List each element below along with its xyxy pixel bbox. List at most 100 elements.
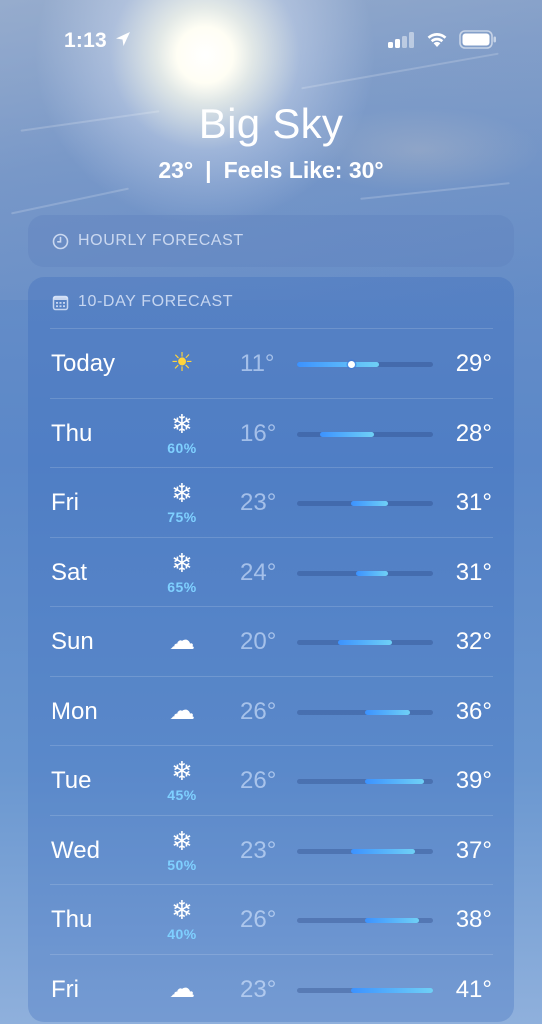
wifi-icon [427, 32, 447, 47]
temperature-range-fill [351, 501, 388, 506]
weather-glyph: ❄ [171, 826, 193, 857]
temperature-range-fill [365, 918, 420, 923]
forecast-day: Wed [51, 836, 100, 864]
forecast-row[interactable]: Tue ❄ 45% 26° 39° [50, 745, 493, 815]
snowflake-icon: ❄ 60% [162, 409, 202, 456]
forecast-row[interactable]: Fri ☁ 23° 41° [50, 953, 493, 1024]
city-name: Big Sky [198, 100, 344, 147]
forecast-rows: Today ☀ 11° 29° Thu ❄ 60% 16° 28° Fri ❄ 75% 23° 31° Sa… [50, 328, 493, 1023]
low-temperature: 24° [240, 558, 277, 586]
forecast-day: Fri [51, 975, 79, 1003]
temperature-range-fill [365, 709, 411, 715]
ten-day-forecast-card[interactable]: 10-DAY FORECAST Today ☀ 11° 29° Thu ❄ 60% 16° 28… [28, 277, 514, 1022]
weather-glyph: ❄ [171, 409, 193, 440]
current-temperature-marker [347, 361, 355, 368]
hourly-forecast-card[interactable]: HOURLY FORECAST [28, 215, 514, 267]
precipitation-chance: 60% [167, 439, 197, 456]
cloud-icon: ☁ [162, 689, 202, 733]
clock-icon [52, 233, 69, 249]
ten-day-forecast-title: 10-DAY FORECAST [78, 293, 234, 310]
ten-day-forecast-header: 10-DAY FORECAST [52, 293, 233, 311]
high-temperature: 31° [455, 558, 492, 586]
battery-icon [459, 30, 496, 49]
status-time: 1:13 [64, 29, 107, 52]
temperature-range-bar [297, 570, 433, 576]
current-conditions: 23° | Feels Like: 30° [0, 157, 542, 184]
forecast-day: Thu [51, 419, 93, 447]
snowflake-icon: ❄ 50% [162, 826, 202, 873]
separator: | [205, 157, 212, 183]
low-temperature: 26° [240, 767, 277, 794]
forecast-row[interactable]: Sun ☁ 20° 32° [50, 606, 493, 676]
weather-glyph: ❄ [171, 479, 193, 509]
status-bar: 1:13 [0, 26, 542, 56]
high-temperature: 41° [455, 975, 492, 1003]
temperature-range-fill [351, 987, 433, 993]
temperature-range-bar [297, 431, 433, 437]
low-temperature: 23° [240, 489, 277, 516]
forecast-row[interactable]: Today ☀ 11° 29° [50, 328, 493, 398]
low-temperature: 20° [240, 628, 277, 655]
weather-glyph: ☀ [170, 348, 194, 378]
snowflake-icon: ❄ 45% [162, 757, 202, 803]
temperature-range-bar [297, 779, 433, 784]
low-temperature: 16° [240, 419, 277, 447]
forecast-day: Mon [51, 697, 98, 725]
high-temperature: 39° [455, 767, 492, 794]
forecast-day: Sat [51, 558, 88, 586]
temperature-range-bar [297, 361, 433, 368]
weather-glyph: ❄ [171, 548, 193, 579]
precipitation-chance: 75% [167, 509, 197, 525]
temperature-range-bar [297, 918, 433, 923]
temperature-range-fill [297, 362, 379, 367]
high-temperature: 37° [455, 836, 492, 864]
forecast-day: Today [51, 350, 116, 377]
temperature-range-fill [337, 640, 393, 645]
temperature-range-bar [297, 501, 433, 506]
precipitation-chance: 65% [167, 578, 197, 595]
cloud-icon: ☁ [162, 967, 202, 1011]
high-temperature: 29° [455, 350, 492, 377]
temperature-range-fill [355, 570, 388, 576]
calendar-icon [52, 295, 69, 310]
low-temperature: 23° [240, 836, 277, 864]
forecast-row[interactable]: Thu ❄ 40% 26° 38° [50, 884, 493, 954]
weather-glyph: ☁ [169, 973, 195, 1004]
temperature-range-fill [351, 848, 415, 854]
low-temperature: 26° [240, 906, 277, 933]
forecast-day: Sun [51, 628, 94, 655]
high-temperature: 38° [455, 906, 492, 933]
low-temperature: 23° [240, 975, 277, 1003]
location-arrow-icon [116, 32, 130, 46]
cloud-icon: ☁ [162, 619, 202, 663]
high-temperature: 28° [455, 419, 492, 447]
temperature-range-fill [365, 779, 424, 784]
temperature-range-bar [297, 709, 433, 715]
hourly-forecast-header: HOURLY FORECAST [52, 232, 244, 250]
hourly-forecast-title: HOURLY FORECAST [78, 232, 244, 249]
high-temperature: 31° [455, 489, 492, 516]
precipitation-chance: 45% [167, 787, 197, 803]
snowflake-icon: ❄ 65% [162, 548, 202, 595]
forecast-row[interactable]: Fri ❄ 75% 23° 31° [50, 467, 493, 537]
low-temperature: 11° [240, 350, 275, 377]
forecast-row[interactable]: Thu ❄ 60% 16° 28° [50, 397, 493, 468]
forecast-row[interactable]: Mon ☁ 26° 36° [50, 675, 493, 746]
high-temperature: 32° [455, 628, 492, 655]
temperature-range-fill [319, 431, 375, 437]
snowflake-icon: ❄ 40% [162, 897, 202, 942]
weather-glyph: ❄ [171, 757, 193, 787]
weather-glyph: ☁ [169, 695, 195, 726]
forecast-row[interactable]: Sat ❄ 65% 24° 31° [50, 536, 493, 607]
weather-glyph: ☁ [169, 626, 195, 656]
high-temperature: 36° [455, 697, 492, 725]
forecast-day: Tue [51, 767, 92, 794]
precipitation-chance: 40% [167, 926, 197, 942]
forecast-row[interactable]: Wed ❄ 50% 23° 37° [50, 814, 493, 885]
precipitation-chance: 50% [167, 856, 197, 873]
cellular-signal-icon [388, 32, 416, 48]
snowflake-icon: ❄ 75% [162, 479, 202, 525]
sun-icon: ☀ [162, 341, 202, 385]
temperature-range-bar [297, 987, 433, 993]
forecast-day: Fri [51, 489, 79, 516]
